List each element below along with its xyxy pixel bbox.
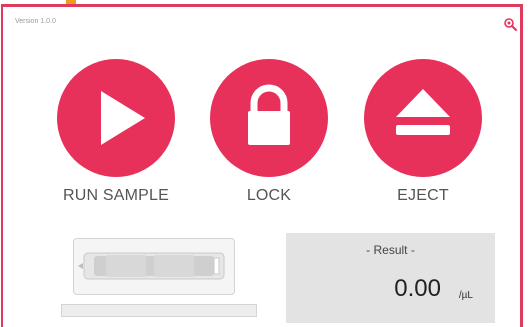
result-title: - Result - bbox=[366, 243, 415, 257]
lock-icon bbox=[248, 84, 290, 145]
cartridge-icon bbox=[78, 252, 225, 280]
eject-icon bbox=[396, 89, 450, 135]
lock-button[interactable]: LOCK bbox=[210, 59, 328, 214]
eject-label: EJECT bbox=[397, 187, 449, 204]
run-sample-label: RUN SAMPLE bbox=[62, 187, 170, 204]
lock-circle[interactable] bbox=[210, 59, 328, 177]
eject-circle[interactable] bbox=[364, 59, 482, 177]
version-label: Version 1.0.0 bbox=[15, 18, 56, 25]
app-window: Version 1.0.0 RUN SAMPLE LOCK EJECT - Re… bbox=[1, 4, 523, 327]
result-value: 0.00 bbox=[394, 275, 441, 302]
lock-label: LOCK bbox=[246, 187, 292, 204]
cartridge-slot bbox=[73, 238, 235, 295]
play-icon bbox=[101, 91, 145, 145]
run-sample-circle[interactable] bbox=[57, 59, 175, 177]
eject-button[interactable]: EJECT bbox=[364, 59, 482, 214]
settings-gear-icon[interactable] bbox=[503, 17, 517, 31]
run-sample-button[interactable]: RUN SAMPLE bbox=[57, 59, 175, 214]
result-panel: - Result - 0.00 /µL bbox=[286, 233, 495, 323]
result-unit: /µL bbox=[458, 290, 473, 301]
progress-bar bbox=[61, 304, 257, 317]
